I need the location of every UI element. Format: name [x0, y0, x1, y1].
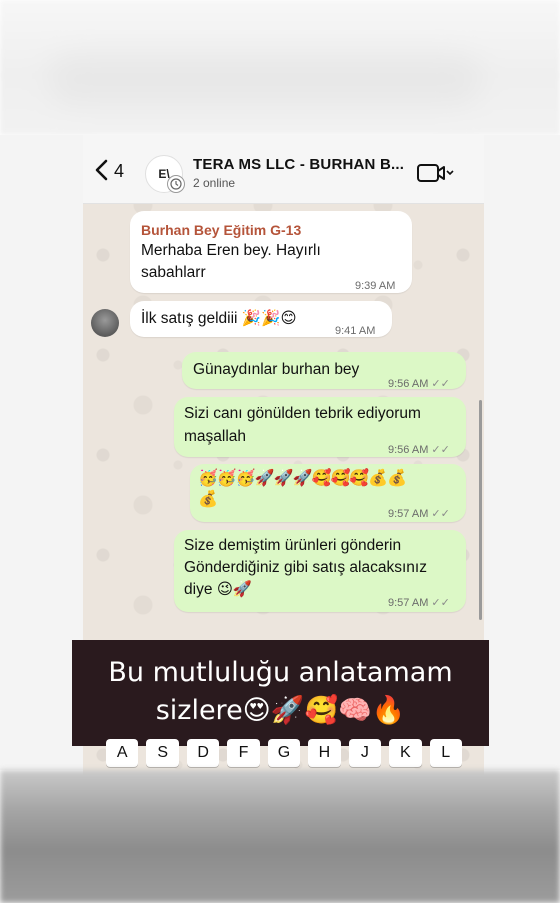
- message-text: Merhaba Eren bey. Hayırlı: [141, 242, 321, 259]
- message-emoji: 🥳🥳🥳🚀🚀🚀🥰🥰🥰💰💰: [198, 470, 407, 487]
- key-h[interactable]: H: [308, 739, 341, 767]
- caption-overlay: Bu mutluluğu anlatamam sizlere😍🚀🥰🧠🔥: [72, 640, 489, 746]
- double-check-icon: ✓✓: [431, 508, 450, 520]
- left-margin: [0, 135, 83, 770]
- caption-line: Bu mutluluğu anlatamam: [108, 657, 453, 688]
- message-bubble[interactable]: Sizi canı gönülden tebrik ediyorum maşal…: [174, 397, 466, 457]
- key-f[interactable]: F: [227, 739, 260, 767]
- message-text: Size demiştim ürünleri gönderin: [184, 537, 402, 554]
- video-call-icon[interactable]: [416, 162, 454, 184]
- message-bubble[interactable]: 🥳🥳🥳🚀🚀🚀🥰🥰🥰💰💰 💰 9:57 AM ✓✓: [190, 464, 466, 522]
- online-status: 2 online: [193, 176, 236, 190]
- message-text: Gönderdiğiniz gibi satış alacaksınız: [184, 559, 427, 576]
- sender-name: Burhan Bey Eğitim G-13: [141, 222, 302, 238]
- blurred-bottom-area: [0, 770, 560, 903]
- caption-line: sizlere😍🚀🥰🧠🔥: [155, 695, 406, 726]
- unread-count[interactable]: 4: [114, 161, 124, 182]
- message-emoji: 💰: [198, 491, 218, 508]
- key-a[interactable]: A: [106, 739, 139, 767]
- message-text: İlk satış geldiii 🎉🎉😊: [141, 310, 297, 327]
- message-bubble[interactable]: Size demiştim ürünleri gönderin Gönderdi…: [174, 530, 466, 612]
- message-text: sabahlarr: [141, 264, 206, 281]
- message-time: 9:57 AM ✓✓: [388, 597, 450, 609]
- sender-avatar[interactable]: [91, 309, 119, 337]
- key-d[interactable]: D: [186, 739, 220, 767]
- key-l[interactable]: L: [429, 739, 462, 767]
- message-text: diye 😉🚀: [184, 581, 253, 598]
- key-j[interactable]: J: [348, 739, 382, 767]
- clock-icon: [167, 175, 185, 193]
- message-time: 9:56 AM ✓✓: [388, 444, 450, 456]
- key-k[interactable]: K: [389, 739, 422, 767]
- key-g[interactable]: G: [267, 739, 301, 767]
- message-text: Sizi canı gönülden tebrik ediyorum: [184, 405, 421, 422]
- message-bubble[interactable]: Günaydınlar burhan bey 9:56 AM ✓✓: [182, 352, 466, 390]
- double-check-icon: ✓✓: [431, 378, 450, 390]
- message-bubble[interactable]: İlk satış geldiii 🎉🎉😊 9:41 AM: [130, 301, 392, 337]
- blurred-top-area: [0, 0, 560, 135]
- keyboard-row: A S D F G H J K L: [106, 739, 462, 769]
- scrollbar[interactable]: [479, 400, 482, 620]
- message-time: 9:41 AM: [335, 325, 376, 337]
- message-bubble[interactable]: Burhan Bey Eğitim G-13 Merhaba Eren bey.…: [130, 211, 412, 293]
- message-time: 9:56 AM ✓✓: [388, 378, 450, 390]
- key-s[interactable]: S: [146, 739, 179, 767]
- message-text: Günaydınlar burhan bey: [193, 361, 360, 378]
- message-time: 9:57 AM ✓✓: [388, 508, 450, 520]
- chat-header: 4 E\ TERA MS LLC - BURHAN B... 2 online: [83, 135, 484, 204]
- chat-title[interactable]: TERA MS LLC - BURHAN B...: [193, 156, 404, 173]
- double-check-icon: ✓✓: [431, 597, 450, 609]
- double-check-icon: ✓✓: [431, 444, 450, 456]
- message-text: maşallah: [184, 428, 247, 445]
- message-time: 9:39 AM: [355, 280, 396, 292]
- right-margin: [484, 135, 560, 770]
- chevron-left-icon[interactable]: [89, 157, 115, 183]
